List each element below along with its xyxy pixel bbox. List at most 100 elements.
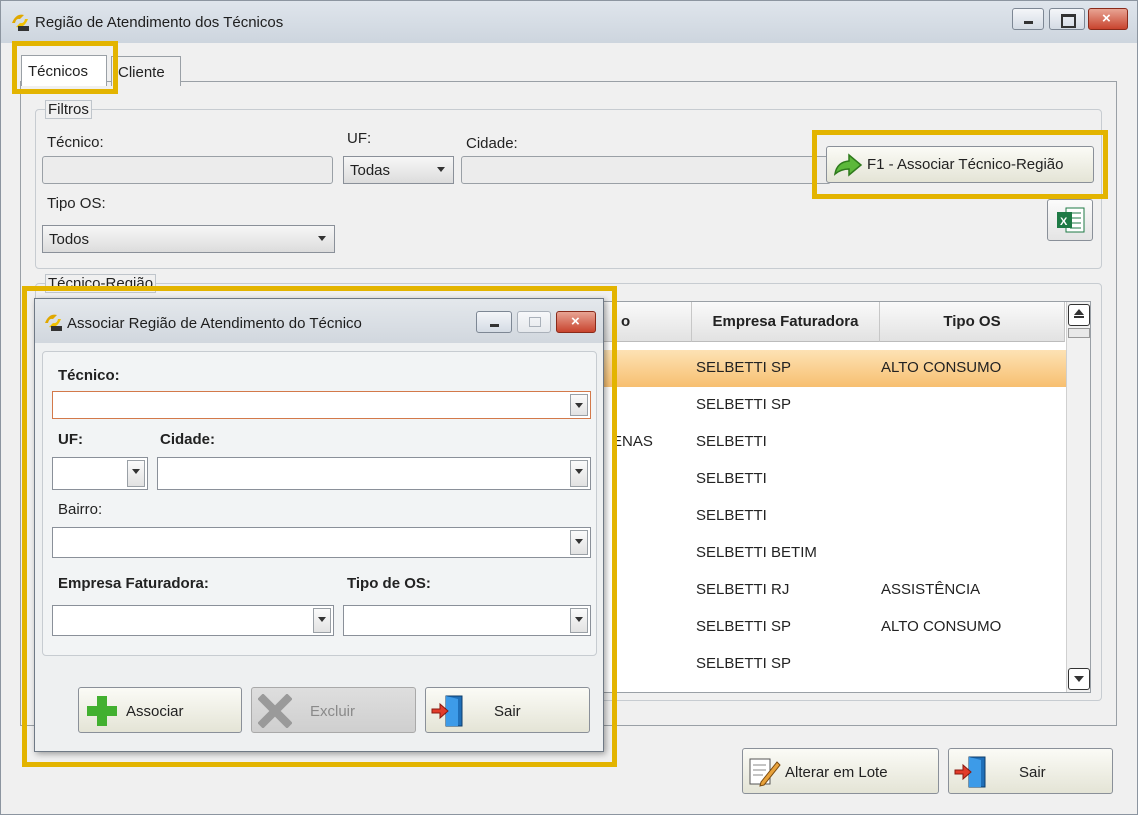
plus-icon (87, 696, 117, 726)
dialog-tecnico-label: Técnico: (58, 367, 120, 384)
window-title: Região de Atendimento dos Técnicos (35, 14, 284, 31)
tab-tecnicos-label: Técnicos (28, 63, 89, 80)
table-row[interactable]: SELBETTI SP (567, 387, 1090, 424)
uf-select[interactable]: Todas (343, 156, 454, 184)
tecnico-field[interactable] (42, 156, 333, 184)
chevron-down-icon (314, 228, 332, 250)
table-cell: SELBETTI SP (696, 396, 792, 413)
dialog-cidade-select[interactable] (157, 457, 591, 490)
alterar-em-lote-label: Alterar em Lote (785, 764, 888, 781)
dialog-uf-select[interactable] (52, 457, 148, 490)
close-icon: × (571, 313, 580, 330)
dialog-tecnico-select[interactable] (52, 391, 591, 419)
table-cell: SELBETTI (696, 470, 767, 487)
table-row[interactable]: SELBETTI SP ALTO CONSUMO (567, 350, 1090, 387)
table-row[interactable]: SELBETTI (567, 461, 1090, 498)
scroll-down-button[interactable] (1068, 668, 1090, 690)
table-cell: ALTO CONSUMO (881, 618, 1002, 635)
dialog-empresa-select[interactable] (52, 605, 334, 636)
alterar-em-lote-button[interactable]: Alterar em Lote (742, 748, 939, 794)
tab-tecnicos[interactable]: Técnicos (21, 55, 107, 86)
minimize-icon (490, 324, 499, 327)
dialog-tipo-os-label: Tipo de OS: (347, 575, 431, 592)
excel-icon: X (1057, 207, 1085, 233)
dialog-bairro-label: Bairro: (58, 501, 103, 518)
minimize-button[interactable] (1012, 8, 1044, 30)
scroll-thumb[interactable] (1068, 328, 1090, 338)
grid-scrollbar[interactable] (1066, 302, 1090, 692)
associate-button-label: F1 - Associar Técnico-Região (867, 156, 1064, 173)
chevron-down-icon (313, 608, 331, 633)
delete-x-icon (258, 694, 292, 728)
chevron-down-icon (127, 460, 145, 487)
tecnico-regiao-grid[interactable]: o Empresa Faturadora Tipo OS SELBETTI SP… (566, 301, 1091, 693)
table-cell: ENAS (612, 433, 653, 450)
dialog-cidade-label: Cidade: (160, 431, 216, 448)
associar-label: Associar (126, 703, 184, 720)
tab-cliente[interactable]: Cliente (111, 56, 181, 86)
chevron-down-icon (570, 530, 588, 555)
green-arrow-icon (833, 153, 863, 177)
table-row[interactable]: SELBETTI RJ ASSISTÊNCIA (567, 572, 1090, 609)
associar-button[interactable]: Associar (78, 687, 242, 733)
table-cell: ALTO CONSUMO (881, 359, 1002, 376)
app-logo-icon (9, 11, 31, 31)
maximize-icon (1061, 14, 1076, 28)
exit-door-icon (431, 695, 463, 727)
uf-label: UF: (347, 130, 372, 147)
column-header-tipo-os[interactable]: Tipo OS (880, 302, 1065, 342)
dialog-bairro-select[interactable] (52, 527, 591, 558)
maximize-icon (529, 317, 541, 327)
dialog-close-button[interactable]: × (556, 311, 596, 333)
svg-text:X: X (1060, 216, 1068, 228)
sair-button[interactable]: Sair (948, 748, 1113, 794)
edit-document-icon (749, 758, 781, 787)
tecnico-regiao-legend: Técnico-Região (45, 274, 157, 293)
dialog-uf-label: UF: (58, 431, 83, 448)
dialog-sair-button[interactable]: Sair (425, 687, 590, 733)
close-button[interactable]: × (1088, 8, 1128, 30)
chevron-up-icon (1074, 309, 1084, 315)
tipo-os-label: Tipo OS: (47, 195, 106, 212)
dialog-sair-label: Sair (494, 703, 521, 720)
table-cell: SELBETTI RJ (696, 581, 790, 598)
close-icon: × (1102, 10, 1111, 27)
dialog-title: Associar Região de Atendimento do Técnic… (67, 315, 362, 332)
table-row[interactable]: SELBETTI SP ALTO CONSUMO (567, 609, 1090, 646)
chevron-down-icon (570, 460, 588, 487)
cidade-field[interactable] (461, 156, 831, 184)
cidade-label: Cidade: (466, 135, 518, 152)
chevron-down-icon (433, 159, 451, 181)
table-cell: SELBETTI SP (696, 359, 792, 376)
tecnico-label: Técnico: (47, 134, 104, 151)
maximize-button[interactable] (1049, 8, 1085, 30)
scroll-up-button[interactable] (1068, 304, 1090, 326)
table-cell: SELBETTI SP (696, 618, 792, 635)
tipo-os-select[interactable]: Todos (42, 225, 335, 253)
table-row[interactable]: ENAS SELBETTI (567, 424, 1090, 461)
chevron-down-icon (570, 608, 588, 633)
dialog-title-bar: Associar Região de Atendimento do Técnic… (35, 299, 603, 343)
table-cell: SELBETTI SP (696, 655, 792, 672)
table-cell: ASSISTÊNCIA (881, 581, 981, 598)
dialog-empresa-label: Empresa Faturadora: (58, 575, 209, 592)
dialog-tipo-os-select[interactable] (343, 605, 591, 636)
excluir-button: Excluir (251, 687, 416, 733)
export-excel-button[interactable]: X (1047, 199, 1093, 241)
dialog-minimize-button[interactable] (476, 311, 512, 333)
uf-select-value: Todas (350, 162, 391, 179)
minimize-icon (1024, 21, 1033, 24)
excluir-label: Excluir (310, 703, 356, 720)
tab-cliente-label: Cliente (118, 64, 165, 81)
table-row[interactable]: SELBETTI BETIM (567, 535, 1090, 572)
dialog-maximize-button (517, 311, 551, 333)
column-header-empresa[interactable]: Empresa Faturadora (692, 302, 880, 342)
filters-legend: Filtros (45, 100, 92, 119)
sair-button-label: Sair (1019, 764, 1046, 781)
app-logo-icon (42, 311, 64, 331)
tipo-os-select-value: Todos (49, 231, 90, 248)
associate-tecnico-regiao-button[interactable]: F1 - Associar Técnico-Região (826, 146, 1094, 183)
table-row[interactable]: SELBETTI (567, 498, 1090, 535)
scroll-up-bar (1074, 316, 1084, 318)
table-row[interactable]: SELBETTI SP (567, 646, 1090, 683)
